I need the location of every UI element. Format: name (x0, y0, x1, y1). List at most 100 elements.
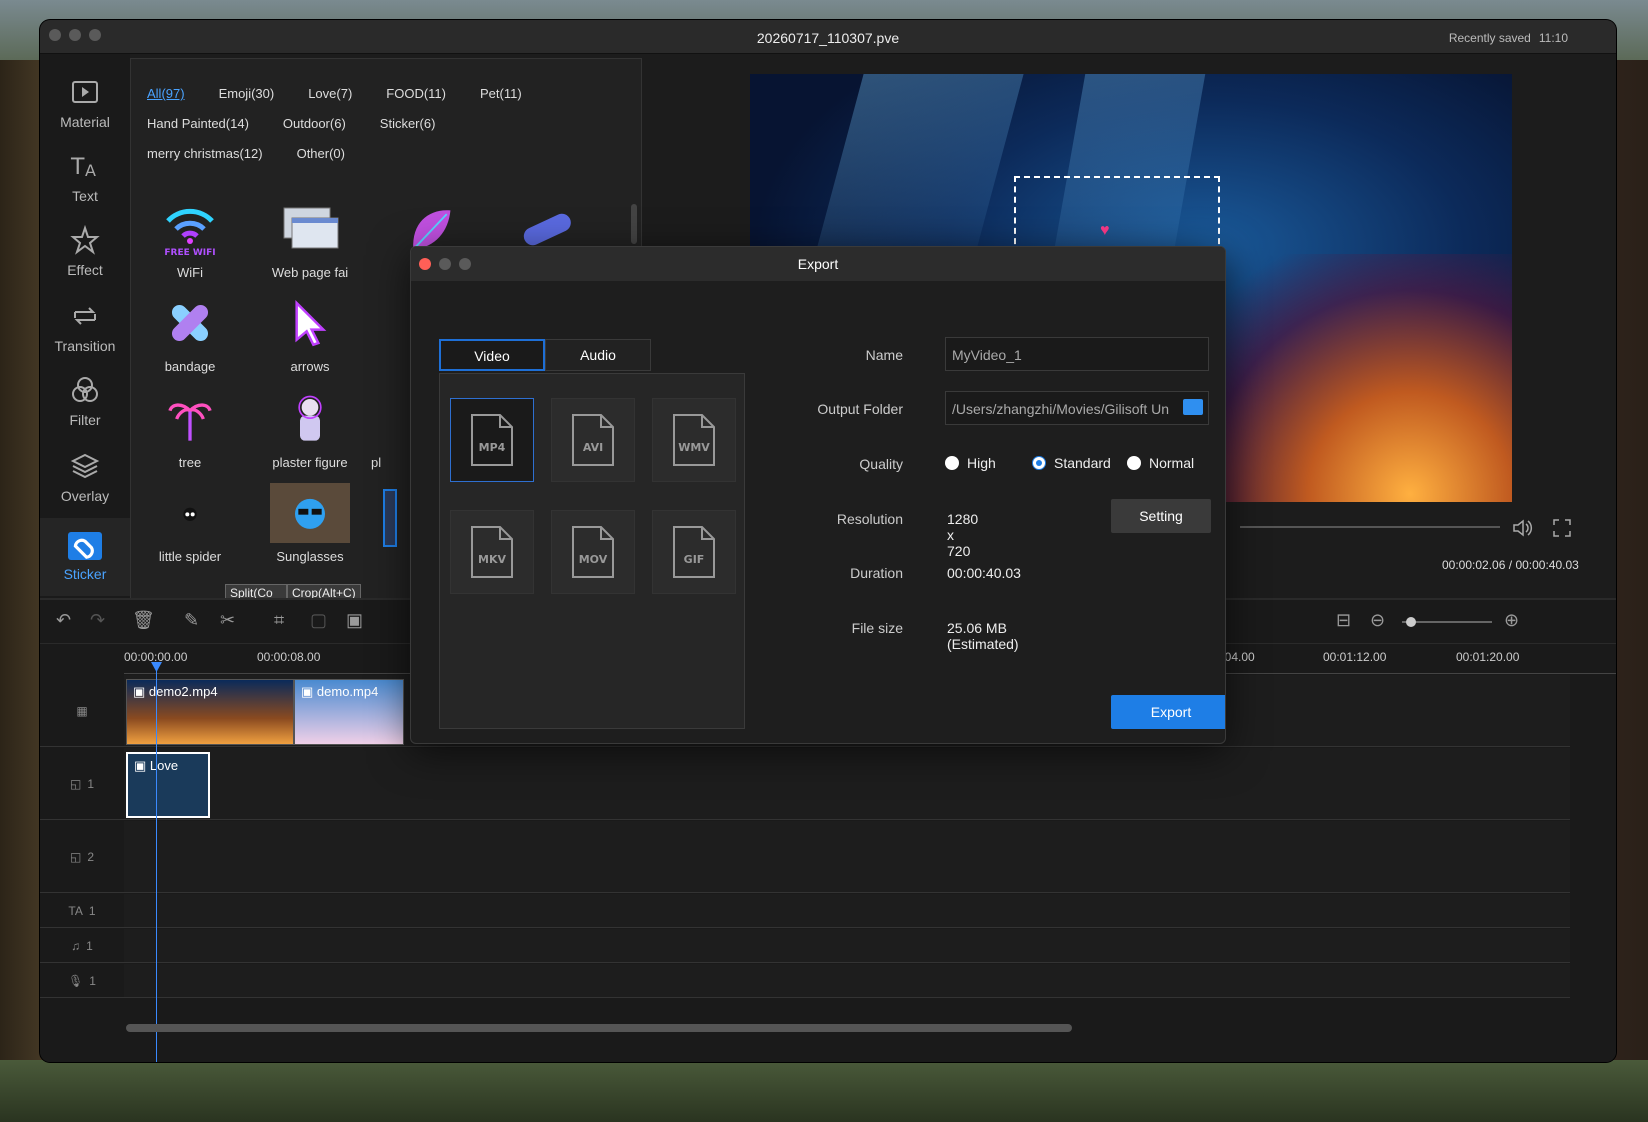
category-food[interactable]: FOOD(11) (386, 79, 446, 109)
playhead[interactable] (151, 662, 162, 1062)
layers-icon (70, 453, 100, 479)
category-all[interactable]: All(97) (147, 79, 185, 109)
svg-text:FREE WIFI: FREE WIFI (164, 248, 215, 257)
sticker-item-arrows[interactable]: arrows (251, 293, 369, 374)
crop-icon[interactable]: ⌗ (274, 610, 284, 631)
zoom-in-icon[interactable]: ⊕ (1504, 610, 1519, 631)
format-avi[interactable]: AVI (551, 398, 635, 482)
zoom-slider-knob[interactable] (1406, 617, 1416, 627)
sidebar-item-label: Text (72, 188, 98, 204)
sunglasses-sticker-icon (270, 483, 350, 543)
sticker-label: bandage (164, 359, 216, 374)
text-track-header: TA 1 (40, 894, 124, 927)
split-icon[interactable]: ✂ (220, 610, 235, 631)
format-mov[interactable]: MOV (551, 510, 635, 594)
zoom-slider[interactable] (1402, 617, 1492, 627)
video-clip-demo2[interactable]: ▣ demo2.mp4 (126, 679, 294, 745)
mosaic-icon[interactable]: ▣ (346, 610, 363, 631)
sticker-item-partial[interactable]: pl (371, 389, 401, 470)
timeline-scrollbar[interactable] (126, 1024, 1072, 1032)
sticker-label: arrows (290, 359, 330, 374)
sticker-item-plaster-figure[interactable]: plaster figure (251, 389, 369, 470)
category-merry-christmas[interactable]: merry christmas(12) (147, 139, 263, 169)
resolution-value: 1280 x 720 (947, 511, 979, 559)
library-scrollbar[interactable] (631, 204, 637, 244)
format-mp4[interactable]: MP4 (450, 398, 534, 482)
text-icon: TA (68, 903, 83, 918)
svg-text:T: T (70, 155, 85, 180)
ruler-tick-label: 00:01:20.00 (1456, 650, 1520, 664)
sidebar-item-filter[interactable]: Filter (40, 362, 130, 440)
overlay-track-1: ◱ 1 ▣ Love (40, 748, 1570, 820)
desktop-background-bottom (0, 1060, 1648, 1122)
format-grid: MP4 AVI WMV MKV MOV GIF (439, 373, 745, 729)
text-track: TA 1 (40, 894, 1570, 928)
sticker-label: little spider (158, 549, 222, 564)
undo-icon[interactable]: ↶ (56, 610, 71, 631)
heart-sticker-icon: ♥ (1100, 222, 1110, 239)
file-size-value: 25.06 MB (Estimated) (947, 620, 1019, 652)
output-folder-input[interactable]: /Users/zhangzhi/Movies/Gilisoft Un (945, 391, 1209, 425)
svg-text:AVI: AVI (583, 441, 603, 454)
file-size-label: File size (851, 620, 903, 636)
sticker-item-little-spider[interactable]: little spider (131, 483, 249, 564)
sidebar-item-material[interactable]: Material (40, 64, 130, 142)
radio-icon (945, 456, 959, 470)
sidebar-item-overlay[interactable]: Overlay (40, 438, 130, 516)
sidebar-item-label: Effect (67, 262, 103, 278)
sticker-item-tree[interactable]: tree (131, 389, 249, 470)
star-effect-icon (70, 224, 100, 255)
sticker-item-bandage[interactable]: bandage (131, 293, 249, 374)
category-outdoor[interactable]: Outdoor(6) (283, 109, 346, 139)
format-mkv[interactable]: MKV (450, 510, 534, 594)
play-folder-icon (72, 81, 98, 103)
sticker-item-wifi[interactable]: FREE WIFI WiFi (131, 199, 249, 280)
minimize-dialog-button[interactable] (439, 258, 451, 270)
dialog-controls (419, 258, 471, 270)
overlay-clip-love[interactable]: ▣ Love (126, 752, 210, 818)
delete-icon[interactable]: 🗑 (132, 610, 155, 631)
sticker-item-sunglasses[interactable]: Sunglasses (251, 483, 369, 564)
selected-sticker-partial[interactable] (383, 489, 397, 547)
category-emoji[interactable]: Emoji(30) (219, 79, 275, 109)
sticker-item-web-page[interactable]: Web page fai (251, 199, 369, 280)
freeze-icon[interactable]: ▢ (310, 610, 327, 631)
sticker-label: pl (371, 455, 382, 470)
folder-icon[interactable] (1183, 399, 1203, 415)
sticker-icon (68, 532, 102, 560)
sidebar-item-transition[interactable]: Transition (40, 288, 130, 366)
category-hand-painted[interactable]: Hand Painted(14) (147, 109, 249, 139)
svg-text:MP4: MP4 (479, 441, 506, 454)
music-note-icon: ♫ (71, 938, 81, 953)
category-other[interactable]: Other(0) (297, 139, 345, 169)
close-dialog-button[interactable] (419, 258, 431, 270)
fit-timeline-icon[interactable]: ⊟ (1336, 610, 1351, 631)
mp4-file-icon: MP4 (471, 414, 513, 466)
zoom-out-icon[interactable]: ⊖ (1370, 610, 1385, 631)
resolution-label: Resolution (836, 511, 903, 527)
name-input[interactable]: MyVideo_1 (945, 337, 1209, 371)
tab-audio[interactable]: Audio (545, 339, 651, 371)
quality-standard-radio[interactable]: Standard (1032, 455, 1111, 471)
video-clip-demo[interactable]: ▣ demo.mp4 (294, 679, 404, 745)
sidebar-item-effect[interactable]: Effect (40, 212, 130, 290)
sticker-label: Web page fai (271, 265, 349, 280)
preview-progress-bar[interactable] (1240, 526, 1500, 528)
spider-sticker-icon (155, 483, 225, 543)
edit-icon[interactable]: ✎ (184, 610, 199, 631)
tab-video[interactable]: Video (439, 339, 545, 371)
fullscreen-icon[interactable] (1550, 516, 1574, 540)
category-pet[interactable]: Pet(11) (480, 79, 522, 109)
export-tabs: Video Audio (439, 339, 651, 373)
sidebar-item-text[interactable]: TA Text (40, 138, 130, 216)
category-sticker[interactable]: Sticker(6) (380, 109, 436, 139)
redo-icon[interactable]: ↷ (90, 610, 105, 631)
quality-high-radio[interactable]: High (945, 455, 996, 471)
export-button[interactable]: Export (1111, 695, 1225, 729)
zoom-dialog-button[interactable] (459, 258, 471, 270)
quality-normal-radio[interactable]: Normal (1127, 455, 1194, 471)
volume-icon[interactable] (1510, 516, 1534, 540)
setting-button[interactable]: Setting (1111, 499, 1211, 533)
sidebar-item-sticker[interactable]: Sticker (40, 518, 130, 596)
category-love[interactable]: Love(7) (308, 79, 352, 109)
